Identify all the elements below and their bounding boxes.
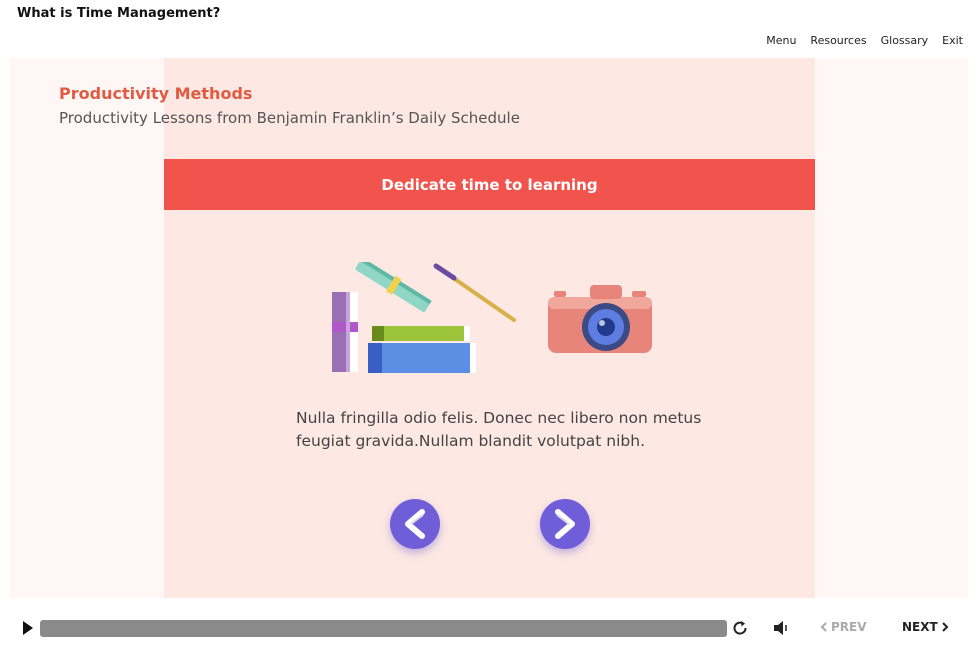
camera-icon	[548, 285, 652, 353]
top-navigation: Menu Resources Glossary Exit	[766, 34, 963, 47]
next-item-button[interactable]	[540, 499, 590, 549]
glossary-link[interactable]: Glossary	[881, 34, 929, 47]
previous-item-button[interactable]	[390, 499, 440, 549]
volume-icon[interactable]	[773, 620, 791, 636]
camera-illustration	[548, 285, 652, 353]
next-label: NEXT	[902, 620, 938, 634]
chevron-right-icon	[555, 509, 575, 539]
chevron-left-icon	[405, 509, 425, 539]
blue-book-icon	[368, 343, 476, 373]
slide-heading: Productivity Methods	[59, 84, 253, 103]
paintbrush-icon	[433, 263, 516, 322]
purple-book-icon	[332, 292, 358, 372]
chevron-right-icon	[941, 622, 949, 632]
resources-link[interactable]: Resources	[810, 34, 866, 47]
seek-bar[interactable]	[40, 620, 727, 637]
green-book-icon	[372, 326, 470, 341]
replay-icon[interactable]	[731, 619, 749, 637]
chevron-left-icon	[820, 622, 827, 632]
exit-link[interactable]: Exit	[942, 34, 963, 47]
tilted-book-icon	[355, 262, 432, 312]
slide-body-text: Nulla fringilla odio felis. Donec nec li…	[296, 409, 702, 450]
slide-subheading: Productivity Lessons from Benjamin Frank…	[59, 109, 520, 127]
course-title: What is Time Management?	[17, 6, 221, 21]
banner-text: Dedicate time to learning	[381, 175, 598, 194]
menu-link[interactable]: Menu	[766, 34, 796, 47]
play-icon[interactable]	[22, 620, 34, 636]
player-controls: PREV NEXT	[0, 606, 980, 650]
prev-label: PREV	[831, 620, 867, 634]
topic-banner: Dedicate time to learning	[164, 159, 815, 210]
prev-slide-button[interactable]: PREV	[820, 620, 867, 634]
next-slide-button[interactable]: NEXT	[902, 620, 949, 634]
books-paintbrush-illustration	[332, 262, 516, 373]
